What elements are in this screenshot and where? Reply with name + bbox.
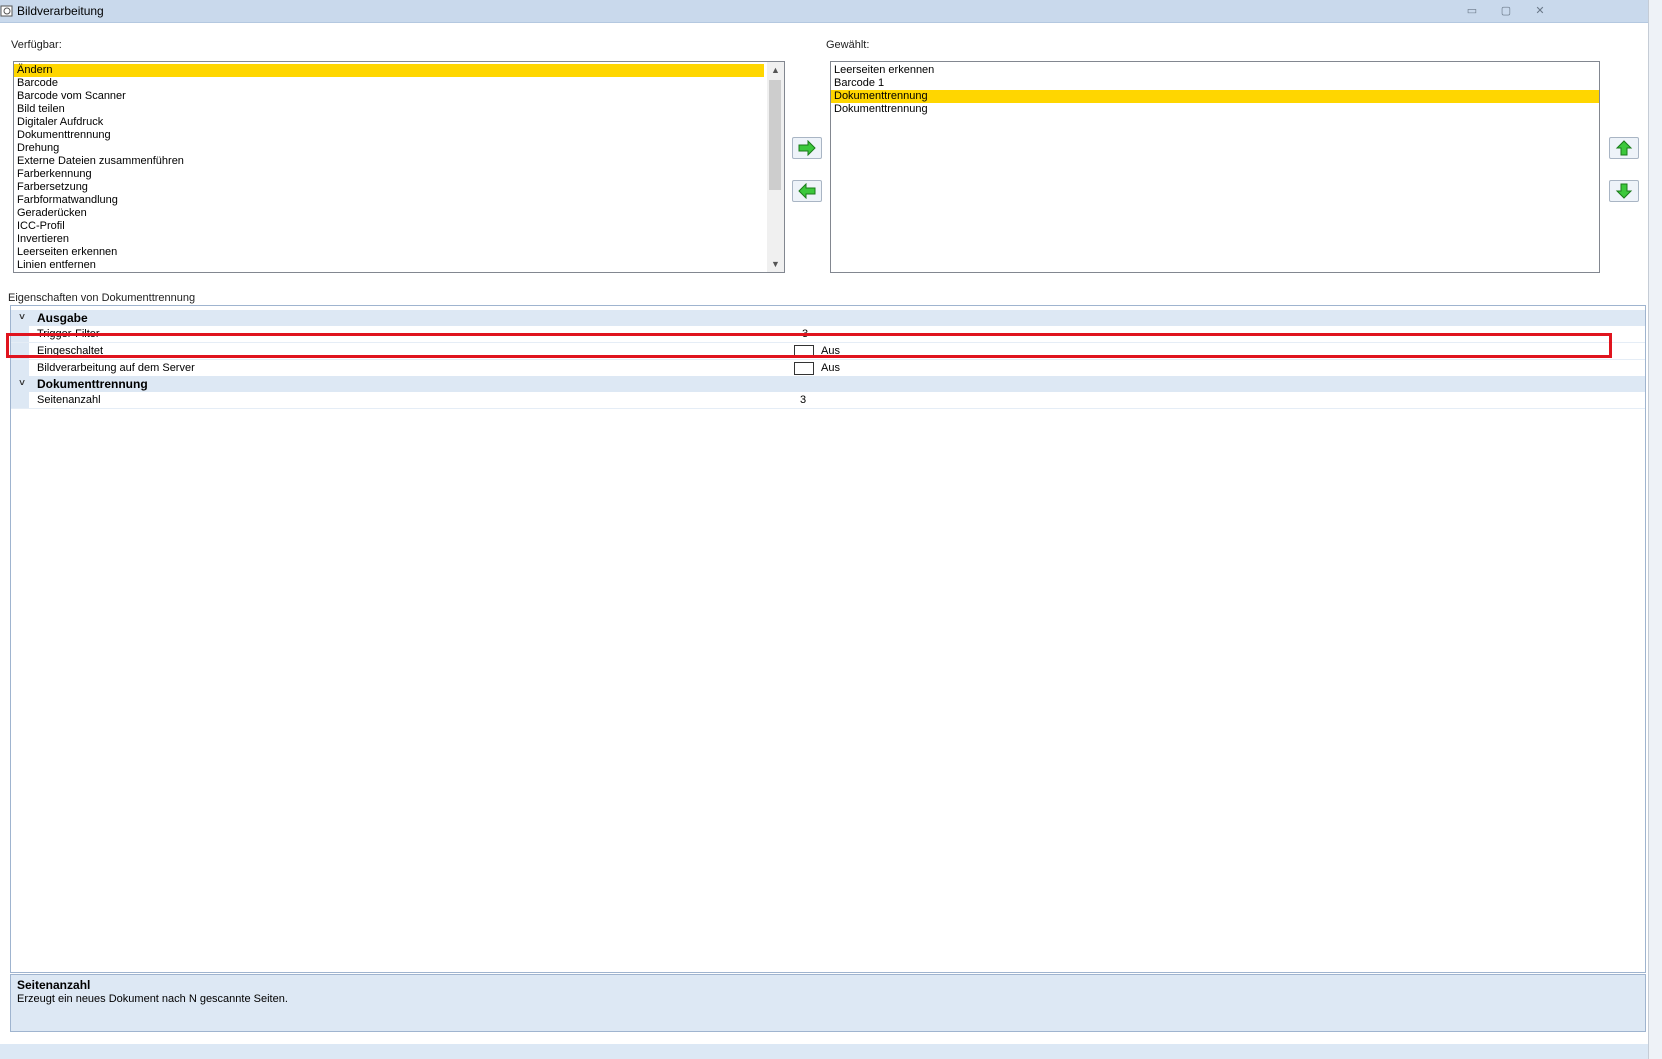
list-item[interactable]: ICC-Profil [14,220,764,233]
arrow-right-icon [798,140,816,156]
property-row-seitenanzahl[interactable]: Seitenanzahl 3 [11,392,1645,408]
close-button[interactable]: ✕ [1529,3,1551,19]
available-label: Verfügbar: [11,39,62,51]
property-value[interactable]: 3 [800,394,806,406]
category-name: Dokumenttrennung [37,377,148,391]
category-name: Ausgabe [37,311,88,325]
chevron-down-icon[interactable]: ˅ [15,310,29,326]
list-item[interactable]: Externe Dateien zusammenführen [14,155,764,168]
list-item[interactable]: Barcode [14,77,764,90]
list-item[interactable]: Digitaler Aufdruck [14,116,764,129]
description-title: Seitenanzahl [17,978,91,992]
selected-label: Gewählt: [826,39,870,51]
eingeschaltet-checkbox[interactable] [794,345,814,358]
properties-label: Eigenschaften von Dokumenttrennung [8,292,196,304]
arrow-left-icon [798,183,816,199]
available-listbox[interactable]: Ändern Barcode Barcode vom Scanner Bild tei… [13,61,785,273]
list-item[interactable]: Barcode 1 [831,77,1599,90]
arrow-up-icon [1615,140,1633,156]
list-item[interactable]: Dokumenttrennung [14,129,764,142]
list-item[interactable]: Linien entfernen [14,259,764,272]
list-item[interactable]: Barcode vom Scanner [14,90,764,103]
selected-listbox[interactable]: Leerseiten erkennen Barcode 1 Dokumenttren… [830,61,1600,273]
move-down-button[interactable] [1609,180,1639,202]
property-grid[interactable]: ˅ Ausgabe Trigger-Filter 3 Eingeschaltet… [10,305,1646,973]
remove-button[interactable] [792,180,822,202]
category-dokumenttrennung[interactable]: ˅ Dokumenttrennung [11,376,1645,392]
description-text: Erzeugt ein neues Dokument nach N gescan… [17,993,288,1005]
property-value: Aus [821,345,840,357]
minimize-button[interactable]: ▭ [1461,3,1483,19]
move-up-button[interactable] [1609,137,1639,159]
property-name: Eingeschaltet [37,345,104,357]
property-value: Aus [821,362,840,374]
maximize-button[interactable]: ▢ [1495,3,1517,19]
list-item[interactable]: Farberkennung [14,168,764,181]
list-item[interactable]: Leerseiten erkennen [14,246,764,259]
property-name: Trigger-Filter [37,328,100,340]
list-item[interactable]: Bild teilen [14,103,764,116]
app-icon [0,5,13,17]
property-row-server[interactable]: Bildverarbeitung auf dem Server Aus [11,360,1645,376]
list-item[interactable]: Ändern [14,64,764,77]
scroll-thumb[interactable] [769,80,781,190]
arrow-down-icon [1615,183,1633,199]
add-button[interactable] [792,137,822,159]
property-name: Seitenanzahl [37,394,101,406]
list-item[interactable]: Leerseiten erkennen [831,64,1599,77]
title-bar: Bildverarbeitung ▭ ▢ ✕ [0,0,1648,23]
list-item[interactable]: Drehung [14,142,764,155]
list-item[interactable]: Invertieren [14,233,764,246]
scroll-up-icon[interactable]: ▲ [767,62,784,78]
list-item[interactable]: Farbformatwandlung [14,194,764,207]
list-item[interactable]: Dokumenttrennung [831,103,1599,116]
property-row-trigger-filter[interactable]: Trigger-Filter 3 [11,326,1645,342]
list-item[interactable]: Dokumenttrennung [831,90,1599,103]
chevron-down-icon[interactable]: ˅ [15,376,29,392]
property-row-eingeschaltet[interactable]: Eingeschaltet Aus [11,343,1645,359]
description-panel: Seitenanzahl Erzeugt ein neues Dokument … [10,974,1646,1032]
category-ausgabe[interactable]: ˅ Ausgabe [11,310,1645,326]
server-checkbox[interactable] [794,362,814,375]
available-scrollbar[interactable]: ▲ ▼ [767,62,784,272]
property-name: Bildverarbeitung auf dem Server [37,362,195,374]
background-window-edge [1648,0,1662,1059]
list-item[interactable]: Farbersetzung [14,181,764,194]
scroll-down-icon[interactable]: ▼ [767,256,784,272]
property-value[interactable]: 3 [802,328,808,340]
window-title: Bildverarbeitung [17,4,104,18]
list-item[interactable]: Geraderücken [14,207,764,220]
